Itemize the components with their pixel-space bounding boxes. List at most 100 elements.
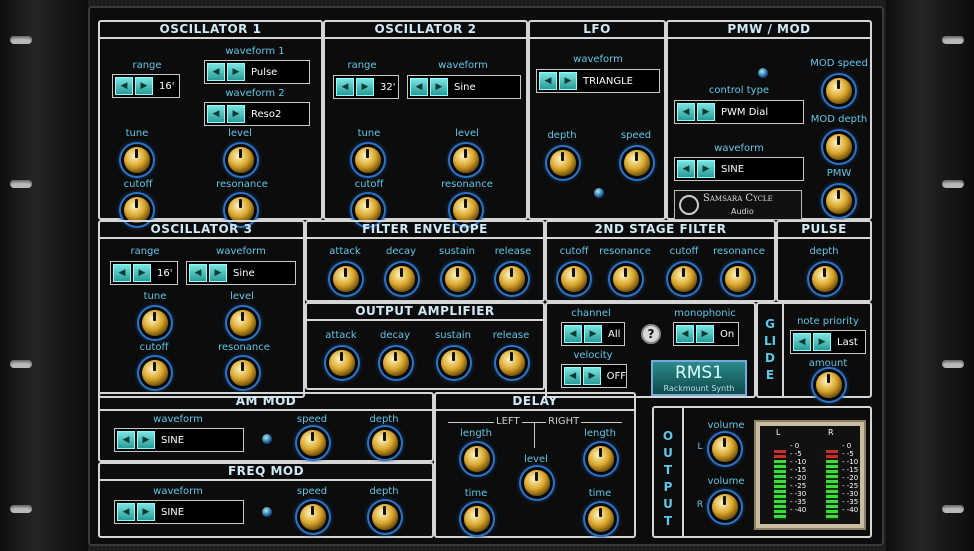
oamp-sustain-knob[interactable] <box>441 350 467 376</box>
sf-cutoff1-knob[interactable] <box>561 266 587 292</box>
left-arrow-icon[interactable]: ◀ <box>564 367 582 385</box>
left-arrow-icon[interactable]: ◀ <box>117 431 135 449</box>
osc3-range-select[interactable]: ◀ ▶ 16' <box>110 261 178 285</box>
right-arrow-icon[interactable]: ▶ <box>583 367 601 385</box>
osc3-range-label: range <box>130 246 160 257</box>
right-arrow-icon[interactable]: ▶ <box>137 503 155 521</box>
fenv-attack-knob[interactable] <box>333 266 359 292</box>
sf-resonance2-knob[interactable] <box>725 266 751 292</box>
osc3-waveform-select[interactable]: ◀ ▶ Sine <box>186 261 296 285</box>
fm-waveform-select[interactable]: ◀ ▶ SINE <box>114 500 244 524</box>
right-arrow-icon[interactable]: ▶ <box>696 325 714 343</box>
output-volume-left-knob[interactable] <box>712 436 738 462</box>
note-priority-select[interactable]: ◀ ▶ Last <box>790 330 866 354</box>
help-icon[interactable]: ? <box>641 324 661 344</box>
right-arrow-icon[interactable]: ▶ <box>430 78 448 96</box>
oamp-decay-knob[interactable] <box>383 350 409 376</box>
oscillator-3-title: OSCILLATOR 3 <box>100 222 303 239</box>
monophonic-select[interactable]: ◀ ▶ On <box>673 322 739 346</box>
right-arrow-icon[interactable]: ▶ <box>227 63 245 81</box>
left-arrow-icon[interactable]: ◀ <box>207 105 225 123</box>
note-priority-value: Last <box>837 336 858 348</box>
left-arrow-icon[interactable]: ◀ <box>793 333 811 351</box>
left-arrow-icon[interactable]: ◀ <box>410 78 428 96</box>
left-arrow-icon[interactable]: ◀ <box>676 325 694 343</box>
pulse-depth-label: depth <box>809 246 839 257</box>
fm-speed-knob[interactable] <box>300 504 326 530</box>
pmw-waveform-select[interactable]: ◀ ▶ SINE <box>674 157 804 181</box>
left-arrow-icon[interactable]: ◀ <box>564 325 582 343</box>
osc1-waveform1-label: waveform 1 <box>225 46 285 57</box>
left-arrow-icon[interactable]: ◀ <box>539 72 557 90</box>
delay-time-left-knob[interactable] <box>464 506 490 532</box>
right-arrow-icon[interactable]: ▶ <box>135 77 153 95</box>
fm-depth-knob[interactable] <box>372 504 398 530</box>
right-arrow-icon[interactable]: ▶ <box>813 333 831 351</box>
fenv-sustain-knob[interactable] <box>445 266 471 292</box>
osc3-level-knob[interactable] <box>230 310 256 336</box>
output-volume-right-knob[interactable] <box>712 494 738 520</box>
osc2-level-knob[interactable] <box>453 147 479 173</box>
right-arrow-icon[interactable]: ▶ <box>227 105 245 123</box>
fenv-decay-knob[interactable] <box>389 266 415 292</box>
osc1-level-knob[interactable] <box>228 147 254 173</box>
oamp-attack-knob[interactable] <box>329 350 355 376</box>
freq-mod-panel: FREQ MOD waveform ◀ ▶ SINE speed depth <box>98 462 434 538</box>
right-arrow-icon[interactable]: ▶ <box>697 103 715 121</box>
left-arrow-icon[interactable]: ◀ <box>207 63 225 81</box>
am-depth-knob[interactable] <box>372 430 398 456</box>
mod-depth-knob[interactable] <box>826 134 852 160</box>
delay-length-left-knob[interactable] <box>464 446 490 472</box>
delay-length-right-knob[interactable] <box>588 446 614 472</box>
channel-select[interactable]: ◀ ▶ All <box>561 322 625 346</box>
right-arrow-icon[interactable]: ▶ <box>209 264 227 282</box>
left-arrow-icon[interactable]: ◀ <box>677 160 695 178</box>
lfo-speed-knob[interactable] <box>624 150 650 176</box>
am-speed-knob[interactable] <box>300 430 326 456</box>
osc3-resonance-knob[interactable] <box>230 360 256 386</box>
am-mod-panel: AM MOD waveform ◀ ▶ SINE speed depth <box>98 392 434 462</box>
sf-resonance1-knob[interactable] <box>613 266 639 292</box>
oamp-release-knob[interactable] <box>499 350 525 376</box>
delay-level-knob[interactable] <box>524 470 550 496</box>
output-title: OUTPUT <box>662 429 674 528</box>
osc2-waveform-select[interactable]: ◀ ▶ Sine <box>407 75 521 99</box>
osc1-range-select[interactable]: ◀ ▶ 16' <box>112 74 180 98</box>
oamp-decay-label: decay <box>379 330 411 341</box>
sf-cutoff2-knob[interactable] <box>671 266 697 292</box>
osc2-range-select[interactable]: ◀ ▶ 32' <box>333 75 399 99</box>
osc1-waveform2-select[interactable]: ◀ ▶ Reso2 <box>204 102 310 126</box>
lfo-waveform-select[interactable]: ◀ ▶ TRIANGLE <box>536 69 660 93</box>
right-arrow-icon[interactable]: ▶ <box>133 264 151 282</box>
fenv-release-knob[interactable] <box>499 266 525 292</box>
left-arrow-icon[interactable]: ◀ <box>189 264 207 282</box>
right-arrow-icon[interactable]: ▶ <box>584 325 602 343</box>
osc3-cutoff-knob[interactable] <box>142 360 168 386</box>
glide-amount-knob[interactable] <box>816 372 842 398</box>
delay-time-right-knob[interactable] <box>588 506 614 532</box>
left-arrow-icon[interactable]: ◀ <box>336 78 354 96</box>
left-arrow-icon[interactable]: ◀ <box>115 77 133 95</box>
left-arrow-icon[interactable]: ◀ <box>677 103 695 121</box>
right-arrow-icon[interactable]: ▶ <box>559 72 577 90</box>
second-stage-filter-title: 2ND STAGE FILTER <box>547 222 774 239</box>
lfo-depth-knob[interactable] <box>550 150 576 176</box>
pmw-knob[interactable] <box>826 188 852 214</box>
right-arrow-icon[interactable]: ▶ <box>137 431 155 449</box>
osc1-tune-knob[interactable] <box>124 147 150 173</box>
oscillator-3-panel: OSCILLATOR 3 range ◀ ▶ 16' waveform ◀ ▶ Sine… <box>98 220 305 398</box>
right-arrow-icon[interactable]: ▶ <box>697 160 715 178</box>
am-waveform-select[interactable]: ◀ ▶ SINE <box>114 428 244 452</box>
velocity-select[interactable]: ◀ ▶ OFF <box>561 364 627 388</box>
left-arrow-icon[interactable]: ◀ <box>117 503 135 521</box>
pulse-depth-knob[interactable] <box>812 266 838 292</box>
osc3-tune-knob[interactable] <box>142 310 168 336</box>
left-arrow-icon[interactable]: ◀ <box>113 264 131 282</box>
mod-speed-knob[interactable] <box>826 78 852 104</box>
right-arrow-icon[interactable]: ▶ <box>356 78 374 96</box>
pmw-control-type-select[interactable]: ◀ ▶ PWM Dial <box>674 100 804 124</box>
osc2-tune-knob[interactable] <box>355 147 381 173</box>
osc2-range-value: 32' <box>380 81 396 93</box>
osc1-waveform1-select[interactable]: ◀ ▶ Pulse <box>204 60 310 84</box>
osc3-range-value: 16' <box>157 267 173 279</box>
